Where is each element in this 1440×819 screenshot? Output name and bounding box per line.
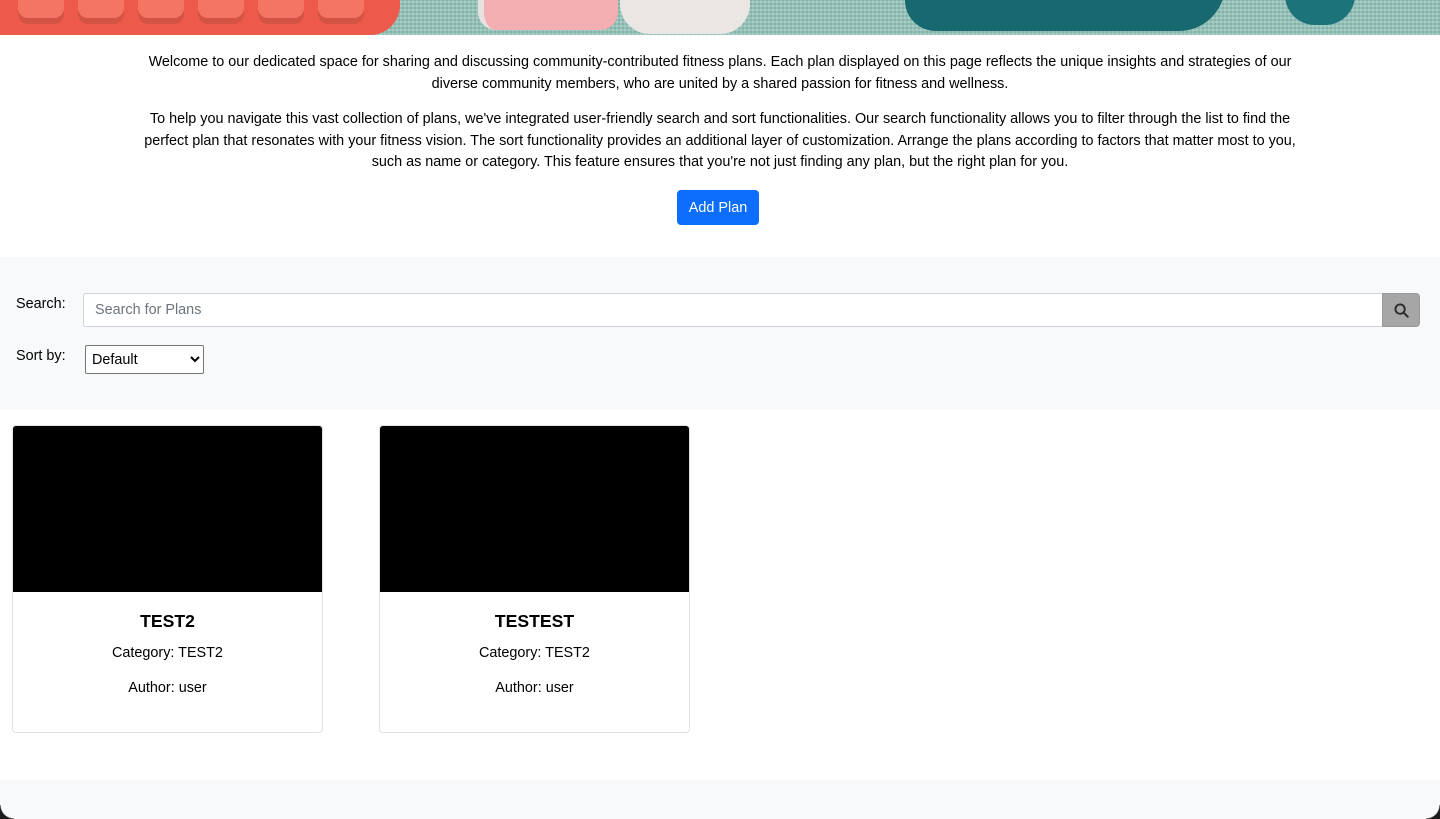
plan-card[interactable]: TESTEST Category: TEST2 Author: user [379,425,690,733]
plan-card-author: Author: user [495,680,574,696]
plan-card-image [13,426,322,592]
hero-foam-roller [0,0,400,35]
window-corner-right [1426,805,1440,819]
intro-paragraph-2: To help you navigate this vast collectio… [144,111,1296,171]
plan-card-title: TESTEST [494,611,575,631]
search-label: Search: [16,296,66,312]
filter-section: Search: Sort by: Default [0,257,1440,410]
plan-card[interactable]: TEST2 Category: TEST2 Author: user [12,425,323,733]
hero-banner [0,0,1440,35]
add-plan-button[interactable]: Add Plan [677,190,759,225]
intro-paragraph-1: Welcome to our dedicated space for shari… [148,54,1292,92]
sort-select[interactable]: Default [85,345,204,374]
plan-card-image [380,426,689,592]
search-input[interactable] [83,293,1382,327]
plan-card-title: TEST2 [140,611,195,631]
hero-shoe-sole [620,0,750,34]
footer [0,780,1440,819]
plan-card-category: Category: TEST2 [112,645,223,661]
plan-card-author: Author: user [128,680,207,696]
intro-text: Welcome to our dedicated space for shari… [140,52,1300,188]
hero-shoe [478,0,618,30]
sort-label: Sort by: [16,348,66,364]
search-icon [1393,302,1409,318]
window-corner-left [0,805,14,819]
hero-dumbbell [905,0,1225,31]
plan-card-category: Category: TEST2 [479,645,590,661]
search-button[interactable] [1382,293,1420,327]
